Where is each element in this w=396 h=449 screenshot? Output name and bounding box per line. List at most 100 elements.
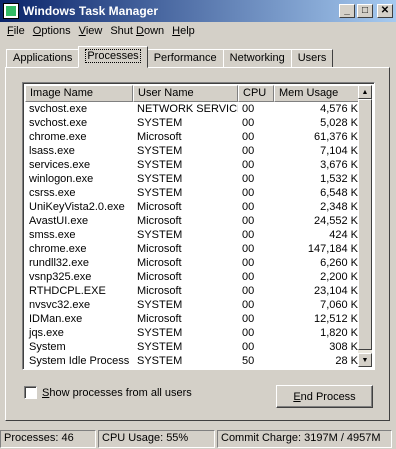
task-manager-icon bbox=[3, 3, 19, 19]
show-all-processes-option[interactable]: Show processes from all users bbox=[24, 386, 192, 399]
list-header: Image Name User Name CPU Mem Usage bbox=[25, 85, 360, 102]
column-image-name[interactable]: Image Name bbox=[25, 85, 133, 102]
menu-shut-down[interactable]: Shut Down bbox=[106, 25, 168, 37]
menu-help[interactable]: Help bbox=[168, 25, 199, 37]
table-row[interactable]: chrome.exe Microsoft 00 61,376 K bbox=[25, 130, 360, 144]
cell-image-name: RTHDCPL.EXE bbox=[29, 285, 106, 297]
cell-image-name: AvastUI.exe bbox=[29, 215, 89, 227]
cell-user-name: SYSTEM bbox=[137, 355, 183, 367]
title-bar[interactable]: Windows Task Manager _ □ ✕ bbox=[0, 0, 396, 22]
cell-mem-usage: 3,676 K bbox=[320, 159, 358, 171]
cell-mem-usage: 4,576 K bbox=[320, 103, 358, 115]
cell-user-name: SYSTEM bbox=[137, 159, 183, 171]
menu-file[interactable]: File bbox=[3, 25, 29, 37]
close-icon: ✕ bbox=[380, 5, 390, 16]
table-row[interactable]: svchost.exe SYSTEM 00 5,028 K bbox=[25, 116, 360, 130]
cell-image-name: svchost.exe bbox=[29, 103, 88, 115]
table-row[interactable]: services.exe SYSTEM 00 3,676 K bbox=[25, 158, 360, 172]
cell-cpu: 00 bbox=[242, 201, 255, 213]
scroll-thumb[interactable] bbox=[358, 99, 372, 350]
maximize-button[interactable]: □ bbox=[357, 4, 373, 18]
table-row[interactable]: smss.exe SYSTEM 00 424 K bbox=[25, 228, 360, 242]
cell-cpu: 00 bbox=[242, 103, 255, 115]
cell-user-name: Microsoft bbox=[137, 243, 182, 255]
cell-image-name: jqs.exe bbox=[29, 327, 64, 339]
minimize-icon: _ bbox=[344, 5, 350, 16]
tab-users[interactable]: Users bbox=[290, 49, 334, 68]
table-row[interactable]: lsass.exe SYSTEM 00 7,104 K bbox=[25, 144, 360, 158]
close-button[interactable]: ✕ bbox=[377, 4, 393, 18]
column-user-name[interactable]: User Name bbox=[133, 85, 238, 102]
table-row[interactable]: csrss.exe SYSTEM 00 6,548 K bbox=[25, 186, 360, 200]
tab-processes[interactable]: Processes bbox=[78, 46, 148, 68]
table-row[interactable]: IDMan.exe Microsoft 00 12,512 K bbox=[25, 312, 360, 326]
cell-cpu: 00 bbox=[242, 243, 255, 255]
table-row[interactable]: RTHDCPL.EXE Microsoft 00 23,104 K bbox=[25, 284, 360, 298]
table-row[interactable]: UniKeyVista2.0.exe Microsoft 00 2,348 K bbox=[25, 200, 360, 214]
table-row[interactable]: nvsvc32.exe SYSTEM 00 7,060 K bbox=[25, 298, 360, 312]
cell-mem-usage: 6,260 K bbox=[320, 257, 358, 269]
cell-image-name: csrss.exe bbox=[29, 187, 76, 199]
table-row[interactable]: svchost.exe NETWORK SERVICE 00 4,576 K bbox=[25, 102, 360, 116]
cell-image-name: System Idle Process bbox=[29, 355, 130, 367]
cell-mem-usage: 308 K bbox=[329, 341, 358, 353]
cell-mem-usage: 7,060 K bbox=[320, 299, 358, 311]
cell-mem-usage: 7,104 K bbox=[320, 145, 358, 157]
cell-user-name: SYSTEM bbox=[137, 145, 183, 157]
tab-applications[interactable]: Applications bbox=[6, 49, 80, 68]
vertical-scrollbar[interactable]: ▲ ▼ bbox=[358, 85, 372, 367]
cell-image-name: svchost.exe bbox=[29, 117, 88, 129]
end-process-button[interactable]: End Process bbox=[276, 385, 373, 408]
cell-user-name: SYSTEM bbox=[137, 299, 183, 311]
cell-cpu: 00 bbox=[242, 117, 255, 129]
cell-mem-usage: 61,376 K bbox=[313, 131, 358, 143]
cell-mem-usage: 23,104 K bbox=[313, 285, 358, 297]
status-bar: Processes: 46 CPU Usage: 55% Commit Char… bbox=[0, 430, 396, 449]
process-rows: svchost.exe NETWORK SERVICE 00 4,576 Ksvcho… bbox=[25, 102, 360, 368]
table-row[interactable]: winlogon.exe SYSTEM 00 1,532 K bbox=[25, 172, 360, 186]
cell-mem-usage: 6,548 K bbox=[320, 187, 358, 199]
scroll-down-button[interactable]: ▼ bbox=[358, 353, 372, 367]
cell-mem-usage: 24,552 K bbox=[313, 215, 358, 227]
table-row[interactable]: vsnp325.exe Microsoft 00 2,200 K bbox=[25, 270, 360, 284]
table-row[interactable]: System Idle Process SYSTEM 50 28 K bbox=[25, 354, 360, 368]
cell-cpu: 00 bbox=[242, 215, 255, 227]
cell-user-name: Microsoft bbox=[137, 215, 182, 227]
tab-processes-label: Processes bbox=[85, 49, 141, 63]
show-all-processes-checkbox[interactable] bbox=[24, 386, 37, 399]
table-row[interactable]: jqs.exe SYSTEM 00 1,820 K bbox=[25, 326, 360, 340]
minimize-button[interactable]: _ bbox=[339, 4, 355, 18]
cell-mem-usage: 1,532 K bbox=[320, 173, 358, 185]
cell-image-name: UniKeyVista2.0.exe bbox=[29, 201, 125, 213]
cell-user-name: SYSTEM bbox=[137, 327, 183, 339]
column-cpu[interactable]: CPU bbox=[238, 85, 274, 102]
menu-bar: File Options View Shut Down Help bbox=[0, 22, 396, 40]
menu-options[interactable]: Options bbox=[29, 25, 75, 37]
arrow-up-icon: ▲ bbox=[361, 88, 369, 96]
cell-cpu: 00 bbox=[242, 131, 255, 143]
table-row[interactable]: rundll32.exe Microsoft 00 6,260 K bbox=[25, 256, 360, 270]
table-row[interactable]: System SYSTEM 00 308 K bbox=[25, 340, 360, 354]
cell-user-name: SYSTEM bbox=[137, 187, 183, 199]
cell-mem-usage: 5,028 K bbox=[320, 117, 358, 129]
process-list[interactable]: Image Name User Name CPU Mem Usage svcho… bbox=[22, 82, 375, 370]
status-cpu-usage: CPU Usage: 55% bbox=[98, 430, 215, 448]
tab-networking[interactable]: Networking bbox=[222, 49, 292, 68]
table-row[interactable]: chrome.exe Microsoft 00 147,184 K bbox=[25, 242, 360, 256]
cell-cpu: 00 bbox=[242, 187, 255, 199]
cell-image-name: chrome.exe bbox=[29, 131, 87, 143]
menu-view[interactable]: View bbox=[75, 25, 107, 37]
cell-image-name: services.exe bbox=[29, 159, 91, 171]
status-processes: Processes: 46 bbox=[0, 430, 96, 448]
scroll-up-button[interactable]: ▲ bbox=[358, 85, 372, 99]
cell-user-name: Microsoft bbox=[137, 201, 182, 213]
cell-user-name: Microsoft bbox=[137, 285, 182, 297]
column-mem-usage[interactable]: Mem Usage bbox=[274, 85, 360, 102]
cell-mem-usage: 1,820 K bbox=[320, 327, 358, 339]
tab-performance[interactable]: Performance bbox=[146, 49, 224, 68]
cell-mem-usage: 28 K bbox=[335, 355, 358, 367]
table-row[interactable]: AvastUI.exe Microsoft 00 24,552 K bbox=[25, 214, 360, 228]
cell-cpu: 00 bbox=[242, 257, 255, 269]
cell-cpu: 00 bbox=[242, 159, 255, 171]
cell-cpu: 00 bbox=[242, 327, 255, 339]
